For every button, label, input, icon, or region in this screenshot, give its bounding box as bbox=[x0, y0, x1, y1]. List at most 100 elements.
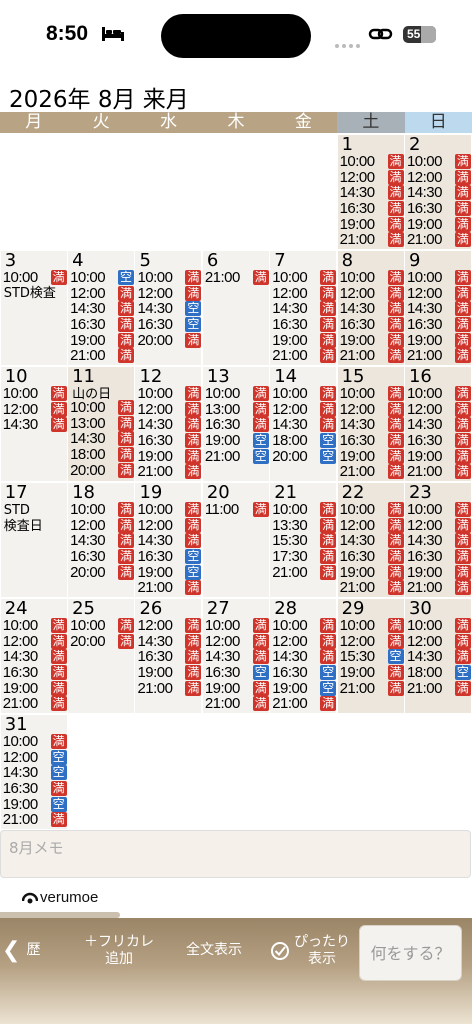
time-slot[interactable]: 20:00 満 bbox=[70, 462, 135, 478]
time-slot[interactable]: 11:00 満 bbox=[205, 502, 269, 518]
time-slot[interactable]: 16:30 満 bbox=[407, 201, 471, 217]
time-slot[interactable]: 21:00 満 bbox=[340, 464, 404, 480]
full-text-button[interactable]: 全文表示 bbox=[178, 942, 250, 959]
time-slot[interactable]: 21:00 満 bbox=[70, 348, 135, 364]
time-slot[interactable]: 15:30 満 bbox=[272, 533, 337, 549]
time-slot[interactable]: 21:00 満 bbox=[272, 564, 337, 580]
time-slot[interactable]: 14:30 満 bbox=[407, 301, 471, 317]
time-slot[interactable]: 20:00 満 bbox=[70, 564, 135, 580]
time-slot[interactable]: 14:30 満 bbox=[3, 417, 67, 433]
time-slot[interactable]: 10:00 満 bbox=[407, 154, 471, 170]
calendar-day-cell[interactable]: 13 10:00 満 13:00 満 16:30 満 19:00 空 21:00 空 bbox=[202, 367, 269, 481]
time-slot[interactable]: 10:00 満 bbox=[3, 734, 67, 750]
time-slot[interactable]: 12:00 満 bbox=[407, 517, 471, 534]
time-slot[interactable]: 14:30 満 bbox=[407, 649, 471, 665]
time-slot[interactable]: 19:00 空 bbox=[272, 680, 337, 696]
time-slot[interactable]: 16:30 空 bbox=[137, 549, 202, 565]
calendar-day-cell[interactable]: 18 10:00 満 12:00 満 14:30 満 16:30 満 20:00 満 bbox=[68, 483, 135, 597]
time-slot[interactable]: 16:30 満 bbox=[407, 317, 471, 333]
time-slot[interactable]: 14:30 満 bbox=[70, 533, 135, 549]
time-slot[interactable]: 16:30 満 bbox=[407, 549, 471, 565]
add-calendar-button[interactable]: ＋フリカレ 追加 bbox=[78, 934, 160, 968]
time-slot[interactable]: 12:00 満 bbox=[70, 285, 135, 302]
time-slot[interactable]: 14:30 満 bbox=[407, 185, 471, 201]
time-slot[interactable]: 12:00 満 bbox=[137, 517, 202, 534]
time-slot[interactable]: 16:30 満 bbox=[137, 649, 202, 665]
time-slot[interactable]: 10:00 満 bbox=[70, 502, 135, 518]
time-slot[interactable]: 14:30 空 bbox=[3, 765, 67, 781]
time-slot[interactable]: 21:00 満 bbox=[272, 348, 337, 364]
time-slot[interactable]: 10:00 満 bbox=[3, 386, 67, 402]
time-slot[interactable]: 16:30 満 bbox=[340, 433, 404, 449]
time-slot[interactable]: 12:00 満 bbox=[3, 633, 67, 650]
time-slot[interactable]: 16:30 満 bbox=[407, 433, 471, 449]
calendar-day-cell[interactable]: 30 10:00 満 12:00 満 14:30 満 18:00 空 21:00 満 bbox=[404, 599, 471, 713]
calendar-day-cell[interactable]: 4 10:00 空 12:00 満 14:30 満 16:30 満 19:00 満 21:00 満 bbox=[68, 251, 135, 365]
calendar-day-cell[interactable]: 27 10:00 満 12:00 満 14:30 満 16:30 空 19:00 満 21:00 満 bbox=[202, 599, 269, 713]
time-slot[interactable]: 19:00 満 bbox=[70, 332, 135, 348]
calendar-day-cell[interactable]: 25 10:00 満 20:00 満 bbox=[68, 599, 135, 713]
time-slot[interactable]: 21:00 満 bbox=[272, 696, 337, 712]
time-slot[interactable]: 21:00 満 bbox=[137, 580, 202, 596]
time-slot[interactable]: 14:30 空 bbox=[137, 301, 202, 317]
time-slot[interactable]: 14:30 満 bbox=[137, 633, 202, 650]
calendar-day-cell[interactable]: 29 10:00 満 12:00 満 15:30 空 19:00 満 21:00 満 bbox=[337, 599, 404, 713]
time-slot[interactable]: 16:30 空 bbox=[272, 665, 337, 681]
calendar-day-cell[interactable]: 3 10:00 満 STD検査 bbox=[0, 251, 67, 365]
time-slot[interactable]: 16:30 満 bbox=[137, 433, 202, 449]
time-slot[interactable]: 12:00 満 bbox=[272, 401, 337, 418]
time-slot[interactable]: 12:00 満 bbox=[70, 517, 135, 534]
time-slot[interactable]: 12:00 満 bbox=[407, 401, 471, 418]
time-slot[interactable]: 19:00 満 bbox=[407, 216, 471, 232]
time-slot[interactable]: 19:00 空 bbox=[205, 433, 269, 449]
time-slot[interactable]: 19:00 満 bbox=[137, 448, 202, 464]
time-slot[interactable]: 12:00 満 bbox=[407, 633, 471, 650]
time-slot[interactable]: 10:00 満 bbox=[70, 618, 135, 634]
time-slot[interactable]: 12:00 満 bbox=[272, 285, 337, 302]
time-slot[interactable]: 19:00 満 bbox=[340, 564, 404, 580]
calendar-day-cell[interactable]: 17 STD 検査日 bbox=[0, 483, 67, 597]
what-to-do-button[interactable]: 何をする？ bbox=[359, 925, 462, 981]
calendar-day-cell[interactable]: 28 10:00 満 12:00 満 14:30 満 16:30 空 19:00 空 21:00 満 bbox=[270, 599, 337, 713]
time-slot[interactable]: 12:00 満 bbox=[407, 285, 471, 302]
calendar-day-cell[interactable]: 14 10:00 満 12:00 満 14:30 満 18:00 空 20:00 空 bbox=[270, 367, 337, 481]
calendar-day-cell[interactable]: 2 10:00 満 12:00 満 14:30 満 16:30 満 19:00 満 21:00 満 bbox=[404, 135, 471, 249]
time-slot[interactable]: 10:00 満 bbox=[340, 154, 404, 170]
time-slot[interactable]: 18:00 空 bbox=[272, 433, 337, 449]
time-slot[interactable]: 13:00 満 bbox=[205, 401, 269, 418]
time-slot[interactable]: 21:00 満 bbox=[3, 812, 67, 828]
time-slot[interactable]: 16:30 満 bbox=[340, 549, 404, 565]
time-slot[interactable]: 21:00 満 bbox=[340, 232, 404, 248]
time-slot[interactable]: 16:30 満 bbox=[3, 781, 67, 797]
time-slot[interactable]: 14:30 満 bbox=[137, 417, 202, 433]
time-slot[interactable]: 10:00 満 bbox=[3, 618, 67, 634]
time-slot[interactable]: 10:00 満 bbox=[340, 386, 404, 402]
time-slot[interactable]: 20:00 満 bbox=[70, 633, 135, 650]
time-slot[interactable]: 21:00 満 bbox=[205, 270, 269, 286]
time-slot[interactable]: 18:00 空 bbox=[407, 665, 471, 681]
time-slot[interactable]: 21:00 満 bbox=[407, 348, 471, 364]
time-slot[interactable]: 14:30 満 bbox=[137, 533, 202, 549]
time-slot[interactable]: 10:00 満 bbox=[340, 618, 404, 634]
time-slot[interactable]: 10:00 満 bbox=[205, 618, 269, 634]
time-slot[interactable]: 10:00 満 bbox=[272, 386, 337, 402]
time-slot[interactable]: 14:30 満 bbox=[70, 301, 135, 317]
time-slot[interactable]: 10:00 満 bbox=[407, 386, 471, 402]
time-slot[interactable]: 21:00 満 bbox=[407, 464, 471, 480]
time-slot[interactable]: 12:00 満 bbox=[340, 633, 404, 650]
calendar-day-cell[interactable]: 23 10:00 満 12:00 満 14:30 満 16:30 満 19:00 満 21:00 満 bbox=[404, 483, 471, 597]
calendar-day-cell[interactable]: 26 12:00 満 14:30 満 16:30 満 19:00 満 21:00 満 bbox=[135, 599, 202, 713]
time-slot[interactable]: 21:00 満 bbox=[340, 680, 404, 696]
time-slot[interactable]: 19:00 満 bbox=[3, 680, 67, 696]
time-slot[interactable]: 12:00 満 bbox=[340, 401, 404, 418]
time-slot[interactable]: 16:30 空 bbox=[205, 665, 269, 681]
calendar-day-cell[interactable]: 19 10:00 満 12:00 満 14:30 満 16:30 空 19:00 空 21:00 満 bbox=[135, 483, 202, 597]
calendar-day-cell[interactable]: 6 21:00 満 bbox=[202, 251, 269, 365]
time-slot[interactable]: 10:00 満 bbox=[272, 270, 337, 286]
calendar-day-cell[interactable]: 8 10:00 満 12:00 満 14:30 満 16:30 満 19:00 満 21:00 満 bbox=[337, 251, 404, 365]
time-slot[interactable]: 15:30 空 bbox=[340, 649, 404, 665]
calendar-day-cell[interactable]: 11 山の日 10:00 満 13:00 満 14:30 満 18:00 満 20:00 満 bbox=[68, 367, 135, 481]
calendar-day-cell[interactable]: 5 10:00 満 12:00 満 14:30 空 16:30 空 20:00 満 bbox=[135, 251, 202, 365]
time-slot[interactable]: 12:00 満 bbox=[137, 285, 202, 302]
time-slot[interactable]: 12:00 空 bbox=[3, 749, 67, 766]
